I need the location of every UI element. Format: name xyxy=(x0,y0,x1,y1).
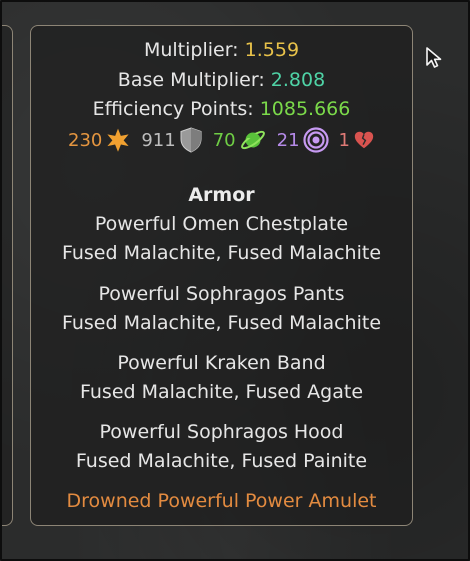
efficiency-label: Efficiency Points: xyxy=(92,98,254,120)
build-stats-card: Multiplier: 1.559 Base Multiplier: 2.808… xyxy=(30,25,413,526)
base-multiplier-label: Base Multiplier: xyxy=(117,69,265,91)
armor-heading: Armor xyxy=(188,184,255,206)
star-stat: 230 xyxy=(68,127,131,153)
shield-stat-value: 911 xyxy=(141,129,176,151)
multiplier-row: Multiplier: 1.559 xyxy=(31,38,412,62)
heart-stat: 1 xyxy=(339,129,375,151)
heart-stat-value: 1 xyxy=(338,129,350,151)
planet-stat-value: 70 xyxy=(212,129,236,151)
armor-item-gems: Fused Malachite, Fused Malachite xyxy=(61,312,382,334)
planet-icon xyxy=(240,130,265,150)
target-stat-value: 21 xyxy=(276,129,300,151)
planet-stat: 70 xyxy=(213,126,267,154)
base-multiplier-value: 2.808 xyxy=(270,69,326,91)
armor-item-name: Powerful Sophragos Pants xyxy=(98,283,345,305)
base-multiplier-row: Base Multiplier: 2.808 xyxy=(31,68,412,92)
target-stat: 21 xyxy=(277,127,329,153)
shield-stat: 911 xyxy=(141,127,202,153)
star-icon xyxy=(107,128,129,152)
target-icon xyxy=(302,127,329,153)
mouse-cursor-icon xyxy=(426,47,442,68)
broken-heart-icon xyxy=(354,131,374,149)
stat-badges: 230 911 70 21 1 xyxy=(31,125,412,155)
armor-item-name: Powerful Sophragos Hood xyxy=(99,421,344,443)
shield-icon xyxy=(180,127,202,153)
armor-item-name: Powerful Omen Chestplate xyxy=(94,213,349,235)
armor-item-gems: Fused Malachite, Fused Malachite xyxy=(61,242,382,264)
armor-item-gems: Fused Malachite, Fused Painite xyxy=(75,450,368,472)
amulet-name: Drowned Powerful Power Amulet xyxy=(66,490,377,512)
multiplier-label: Multiplier: xyxy=(143,39,239,61)
armor-item-name: Powerful Kraken Band xyxy=(117,352,326,374)
armor-item-gems: Fused Malachite, Fused Agate xyxy=(79,381,364,403)
efficiency-value: 1085.666 xyxy=(259,98,351,120)
star-stat-value: 230 xyxy=(68,129,103,151)
adjacent-panel xyxy=(0,25,13,526)
multiplier-value: 1.559 xyxy=(244,39,300,61)
efficiency-row: Efficiency Points: 1085.666 xyxy=(31,97,412,121)
